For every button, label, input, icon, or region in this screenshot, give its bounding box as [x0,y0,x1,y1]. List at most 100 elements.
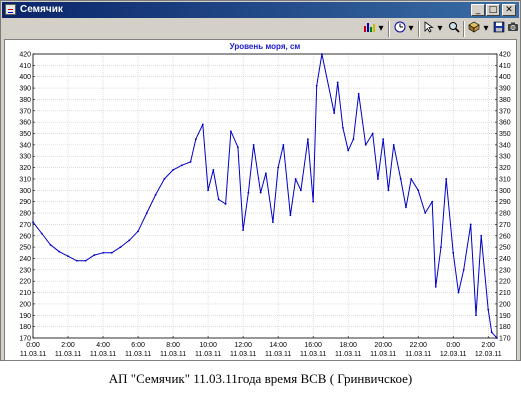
x-tick-date-label: 11.03.11 [230,351,256,358]
data-point [154,193,157,196]
data-point [229,130,232,133]
data-point [392,143,395,146]
y-tick-label-left: 240 [19,256,31,263]
x-tick-time-label: 18:00 [339,342,357,349]
y-tick-label-right: 250 [499,245,511,252]
y-tick-label-left: 310 [19,176,31,183]
zoom-icon[interactable] [447,21,461,37]
x-tick-date-label: 11.03.11 [265,351,291,358]
x-tick-time-label: 2:00 [481,342,495,349]
data-point [194,138,197,141]
y-tick-label-right: 280 [499,211,511,218]
data-point [315,84,318,87]
y-tick-label-right: 420 [499,52,511,59]
title-bar[interactable]: Семячик _ □ ✕ [2,2,519,18]
data-point [224,203,227,205]
y-tick-label-left: 400 [19,74,31,81]
y-tick-label-left: 410 [19,63,31,70]
data-point [312,200,315,203]
data-point [137,230,139,233]
data-point [75,259,78,262]
y-tick-label-right: 180 [499,324,511,331]
x-tick-date-label: 12.03.11 [475,351,502,358]
data-point [247,191,250,194]
data-point [32,221,34,224]
data-point [445,178,448,180]
cursor-icon[interactable] [422,21,436,37]
y-tick-label-right: 240 [499,256,511,263]
data-point [67,255,69,258]
y-tick-label-left: 260 [19,233,31,240]
data-point [405,206,407,209]
data-point [242,229,245,231]
y-tick-label-right: 390 [499,86,511,93]
x-tick-date-label: 11.03.11 [195,351,221,358]
chart-type-dropdown-icon[interactable]: ▾ [377,21,385,37]
data-point [259,191,262,194]
x-tick-time-label: 0:00 [26,342,40,349]
y-tick-label-right: 260 [499,233,511,240]
y-tick-label-left: 340 [19,142,31,149]
clock-icon[interactable] [393,21,407,37]
y-tick-label-left: 330 [19,154,31,161]
data-point [487,308,490,311]
y-tick-label-right: 290 [499,199,511,206]
data-point [264,172,267,175]
chart-title: Уровень моря, см [230,42,301,51]
save-icon[interactable] [492,21,506,37]
cursor-dropdown-icon[interactable]: ▾ [436,21,444,37]
sea-level-chart: Уровень моря, см 170 170180 180190 190200 20… [19,42,511,358]
close-button[interactable]: ✕ [502,4,516,16]
export-dropdown-icon[interactable]: ▾ [482,21,490,37]
y-tick-label-left: 180 [19,324,31,331]
y-tick-label-right: 270 [499,222,511,229]
data-point [333,112,336,114]
data-point [271,221,274,224]
y-tick-label-right: 410 [499,63,511,70]
y-tick-label-left: 210 [19,290,31,297]
x-tick-date-label: 11.03.11 [370,351,396,358]
data-point [102,251,104,254]
data-point [294,178,297,180]
maximize-button[interactable]: □ [486,4,500,16]
y-tick-label-left: 230 [19,267,31,274]
data-point [321,53,323,55]
y-tick-label-right: 300 [499,188,511,195]
toolbar-separator [388,21,390,37]
data-point [189,161,192,163]
y-tick-label-left: 280 [19,211,31,218]
y-tick-label-right: 200 [499,301,511,308]
data-point [457,291,460,294]
x-tick-time-label: 22:00 [409,342,427,349]
camera-icon[interactable] [506,21,520,37]
data-point [480,234,483,237]
data-point [431,200,434,203]
clock-dropdown-icon[interactable]: ▾ [407,21,415,37]
y-tick-label-right: 330 [499,154,511,161]
data-point [424,212,427,214]
data-point [236,146,239,149]
x-tick-time-label: 2:00 [61,342,75,349]
y-tick-label-right: 360 [499,120,511,127]
data-point [40,232,43,235]
export-icon[interactable] [467,21,481,37]
data-point [282,143,285,146]
data-point [163,178,166,180]
series-line [32,53,498,339]
y-tick-label-right: 310 [499,176,511,183]
y-tick-label-right: 350 [499,131,511,138]
x-tick-time-label: 10:00 [199,342,217,349]
x-tick-time-label: 6:00 [131,342,145,349]
y-tick-label-left: 250 [19,245,31,252]
chart-type-icon[interactable] [362,21,376,37]
data-point [469,223,472,226]
minimize-button[interactable]: _ [471,4,485,16]
data-point [410,178,413,180]
y-tick-label-right: 400 [499,74,511,81]
y-tick-label-left: 390 [19,86,31,93]
data-point [252,143,255,146]
toolbar-separator [463,21,465,37]
y-tick-label-left: 350 [19,131,31,138]
plot-border [32,53,498,339]
x-tick-date-label: 11.03.11 [405,351,431,358]
